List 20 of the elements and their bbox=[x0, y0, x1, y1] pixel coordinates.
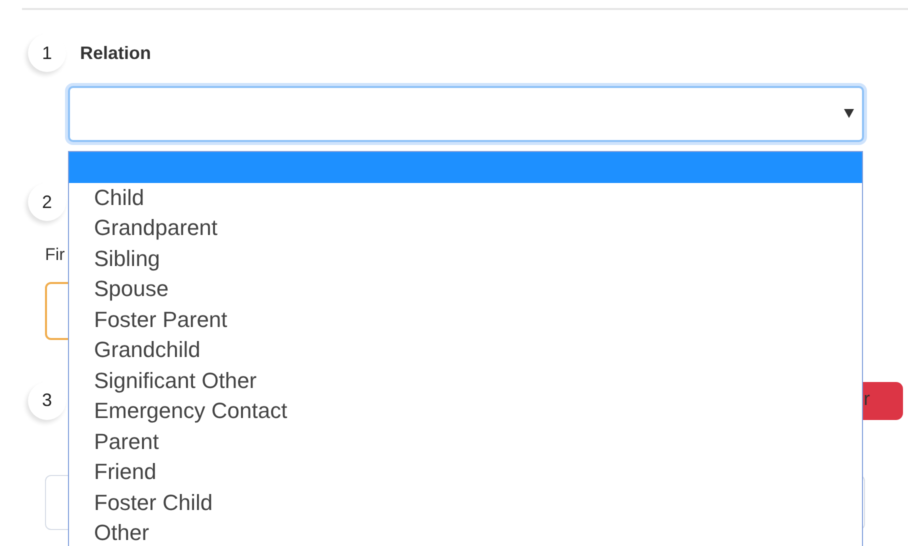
field-label: Relation bbox=[80, 42, 152, 64]
dropdown-option[interactable]: Foster Child bbox=[69, 488, 862, 518]
dropdown-option[interactable]: Foster Parent bbox=[69, 304, 862, 335]
dropdown-option[interactable]: Friend bbox=[69, 457, 862, 488]
dropdown-option[interactable]: Grandchild bbox=[69, 335, 862, 366]
dropdown-option[interactable]: Spouse bbox=[69, 274, 862, 304]
relation-select[interactable] bbox=[68, 86, 864, 142]
dropdown-option[interactable] bbox=[69, 152, 862, 182]
dropdown-option[interactable]: Child bbox=[69, 182, 862, 213]
dropdown-option[interactable]: Grandparent bbox=[69, 213, 862, 244]
dropdown-option[interactable]: Emergency Contact bbox=[69, 396, 862, 426]
dropdown-option[interactable]: Other bbox=[69, 518, 862, 546]
caret-icon bbox=[844, 108, 854, 118]
dropdown-option[interactable]: Sibling bbox=[69, 244, 862, 274]
dropdown-option[interactable]: Significant Other bbox=[69, 366, 862, 396]
dropdown-option[interactable]: Parent bbox=[69, 426, 862, 457]
step-number: 3 bbox=[28, 382, 66, 420]
step-number: 2 bbox=[28, 183, 66, 221]
step-number: 1 bbox=[28, 34, 66, 72]
field-label: Fir bbox=[45, 244, 65, 266]
